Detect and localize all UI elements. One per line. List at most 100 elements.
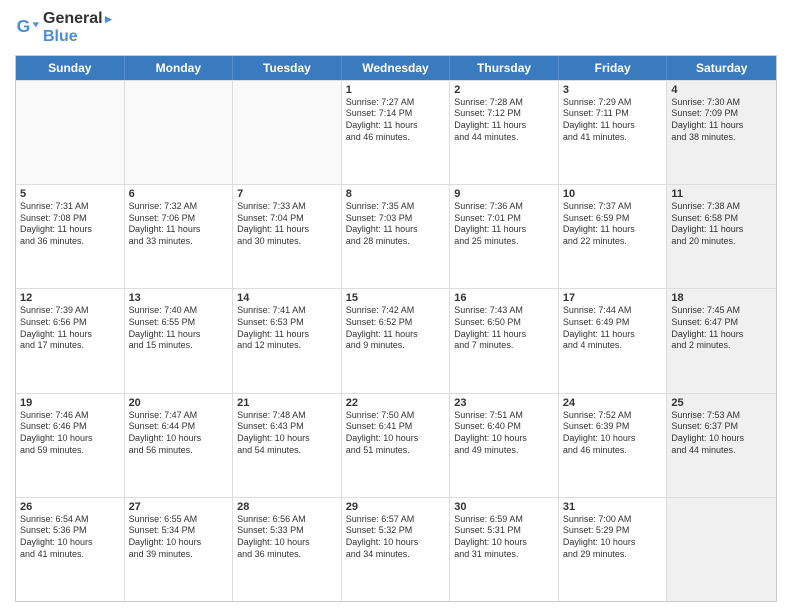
day-number: 15	[346, 292, 446, 304]
cell-info: Sunrise: 7:28 AM Sunset: 7:12 PM Dayligh…	[454, 97, 554, 144]
calendar-cell: 24Sunrise: 7:52 AM Sunset: 6:39 PM Dayli…	[559, 394, 668, 497]
day-number: 5	[20, 188, 120, 200]
cell-info: Sunrise: 7:51 AM Sunset: 6:40 PM Dayligh…	[454, 410, 554, 457]
cell-info: Sunrise: 7:32 AM Sunset: 7:06 PM Dayligh…	[129, 201, 229, 248]
svg-text:G: G	[17, 16, 31, 36]
calendar-cell	[125, 81, 234, 184]
cell-info: Sunrise: 7:44 AM Sunset: 6:49 PM Dayligh…	[563, 305, 663, 352]
cell-info: Sunrise: 7:45 AM Sunset: 6:47 PM Dayligh…	[671, 305, 772, 352]
cell-info: Sunrise: 6:55 AM Sunset: 5:34 PM Dayligh…	[129, 514, 229, 561]
weekday-header: Thursday	[450, 56, 559, 80]
calendar-cell: 18Sunrise: 7:45 AM Sunset: 6:47 PM Dayli…	[667, 289, 776, 392]
day-number: 10	[563, 188, 663, 200]
cell-info: Sunrise: 7:33 AM Sunset: 7:04 PM Dayligh…	[237, 201, 337, 248]
logo-general: General►	[43, 10, 114, 28]
calendar-cell: 2Sunrise: 7:28 AM Sunset: 7:12 PM Daylig…	[450, 81, 559, 184]
weekday-header: Friday	[559, 56, 668, 80]
calendar-cell: 8Sunrise: 7:35 AM Sunset: 7:03 PM Daylig…	[342, 185, 451, 288]
day-number: 22	[346, 397, 446, 409]
day-number: 16	[454, 292, 554, 304]
day-number: 27	[129, 501, 229, 513]
cell-info: Sunrise: 7:36 AM Sunset: 7:01 PM Dayligh…	[454, 201, 554, 248]
calendar: SundayMondayTuesdayWednesdayThursdayFrid…	[15, 55, 777, 602]
cell-info: Sunrise: 7:27 AM Sunset: 7:14 PM Dayligh…	[346, 97, 446, 144]
calendar-cell: 13Sunrise: 7:40 AM Sunset: 6:55 PM Dayli…	[125, 289, 234, 392]
day-number: 6	[129, 188, 229, 200]
cell-info: Sunrise: 7:42 AM Sunset: 6:52 PM Dayligh…	[346, 305, 446, 352]
logo-text: General► Blue	[43, 10, 114, 47]
cell-info: Sunrise: 7:29 AM Sunset: 7:11 PM Dayligh…	[563, 97, 663, 144]
calendar-cell	[16, 81, 125, 184]
calendar-cell: 12Sunrise: 7:39 AM Sunset: 6:56 PM Dayli…	[16, 289, 125, 392]
logo-icon: G	[15, 16, 39, 40]
calendar-cell: 16Sunrise: 7:43 AM Sunset: 6:50 PM Dayli…	[450, 289, 559, 392]
calendar-cell: 29Sunrise: 6:57 AM Sunset: 5:32 PM Dayli…	[342, 498, 451, 601]
calendar-row: 19Sunrise: 7:46 AM Sunset: 6:46 PM Dayli…	[16, 393, 776, 497]
day-number: 29	[346, 501, 446, 513]
cell-info: Sunrise: 7:37 AM Sunset: 6:59 PM Dayligh…	[563, 201, 663, 248]
calendar-cell: 21Sunrise: 7:48 AM Sunset: 6:43 PM Dayli…	[233, 394, 342, 497]
calendar-row: 26Sunrise: 6:54 AM Sunset: 5:36 PM Dayli…	[16, 497, 776, 601]
day-number: 23	[454, 397, 554, 409]
day-number: 7	[237, 188, 337, 200]
calendar-row: 12Sunrise: 7:39 AM Sunset: 6:56 PM Dayli…	[16, 288, 776, 392]
calendar-cell: 15Sunrise: 7:42 AM Sunset: 6:52 PM Dayli…	[342, 289, 451, 392]
day-number: 1	[346, 84, 446, 96]
cell-info: Sunrise: 7:38 AM Sunset: 6:58 PM Dayligh…	[671, 201, 772, 248]
logo: G General► Blue	[15, 10, 114, 47]
day-number: 21	[237, 397, 337, 409]
day-number: 20	[129, 397, 229, 409]
calendar-cell: 6Sunrise: 7:32 AM Sunset: 7:06 PM Daylig…	[125, 185, 234, 288]
cell-info: Sunrise: 6:54 AM Sunset: 5:36 PM Dayligh…	[20, 514, 120, 561]
cell-info: Sunrise: 7:43 AM Sunset: 6:50 PM Dayligh…	[454, 305, 554, 352]
day-number: 4	[671, 84, 772, 96]
weekday-header: Saturday	[667, 56, 776, 80]
day-number: 8	[346, 188, 446, 200]
calendar-cell: 3Sunrise: 7:29 AM Sunset: 7:11 PM Daylig…	[559, 81, 668, 184]
calendar-cell: 27Sunrise: 6:55 AM Sunset: 5:34 PM Dayli…	[125, 498, 234, 601]
weekday-header: Tuesday	[233, 56, 342, 80]
day-number: 2	[454, 84, 554, 96]
calendar-cell: 23Sunrise: 7:51 AM Sunset: 6:40 PM Dayli…	[450, 394, 559, 497]
logo-blue: Blue	[43, 28, 114, 46]
calendar-cell	[667, 498, 776, 601]
cell-info: Sunrise: 7:40 AM Sunset: 6:55 PM Dayligh…	[129, 305, 229, 352]
cell-info: Sunrise: 7:50 AM Sunset: 6:41 PM Dayligh…	[346, 410, 446, 457]
cell-info: Sunrise: 6:59 AM Sunset: 5:31 PM Dayligh…	[454, 514, 554, 561]
day-number: 13	[129, 292, 229, 304]
cell-info: Sunrise: 7:41 AM Sunset: 6:53 PM Dayligh…	[237, 305, 337, 352]
calendar-cell: 20Sunrise: 7:47 AM Sunset: 6:44 PM Dayli…	[125, 394, 234, 497]
weekday-header: Sunday	[16, 56, 125, 80]
day-number: 24	[563, 397, 663, 409]
calendar-cell	[233, 81, 342, 184]
calendar-cell: 26Sunrise: 6:54 AM Sunset: 5:36 PM Dayli…	[16, 498, 125, 601]
day-number: 12	[20, 292, 120, 304]
calendar-cell: 17Sunrise: 7:44 AM Sunset: 6:49 PM Dayli…	[559, 289, 668, 392]
calendar-cell: 19Sunrise: 7:46 AM Sunset: 6:46 PM Dayli…	[16, 394, 125, 497]
calendar-header: SundayMondayTuesdayWednesdayThursdayFrid…	[16, 56, 776, 80]
calendar-cell: 5Sunrise: 7:31 AM Sunset: 7:08 PM Daylig…	[16, 185, 125, 288]
calendar-cell: 28Sunrise: 6:56 AM Sunset: 5:33 PM Dayli…	[233, 498, 342, 601]
day-number: 14	[237, 292, 337, 304]
cell-info: Sunrise: 6:57 AM Sunset: 5:32 PM Dayligh…	[346, 514, 446, 561]
calendar-row: 5Sunrise: 7:31 AM Sunset: 7:08 PM Daylig…	[16, 184, 776, 288]
day-number: 11	[671, 188, 772, 200]
cell-info: Sunrise: 7:35 AM Sunset: 7:03 PM Dayligh…	[346, 201, 446, 248]
cell-info: Sunrise: 7:52 AM Sunset: 6:39 PM Dayligh…	[563, 410, 663, 457]
calendar-row: 1Sunrise: 7:27 AM Sunset: 7:14 PM Daylig…	[16, 80, 776, 184]
calendar-cell: 9Sunrise: 7:36 AM Sunset: 7:01 PM Daylig…	[450, 185, 559, 288]
weekday-header: Monday	[125, 56, 234, 80]
day-number: 3	[563, 84, 663, 96]
header: G General► Blue	[15, 10, 777, 47]
calendar-cell: 10Sunrise: 7:37 AM Sunset: 6:59 PM Dayli…	[559, 185, 668, 288]
cell-info: Sunrise: 6:56 AM Sunset: 5:33 PM Dayligh…	[237, 514, 337, 561]
calendar-cell: 31Sunrise: 7:00 AM Sunset: 5:29 PM Dayli…	[559, 498, 668, 601]
cell-info: Sunrise: 7:30 AM Sunset: 7:09 PM Dayligh…	[671, 97, 772, 144]
day-number: 17	[563, 292, 663, 304]
calendar-cell: 22Sunrise: 7:50 AM Sunset: 6:41 PM Dayli…	[342, 394, 451, 497]
calendar-cell: 7Sunrise: 7:33 AM Sunset: 7:04 PM Daylig…	[233, 185, 342, 288]
day-number: 25	[671, 397, 772, 409]
cell-info: Sunrise: 7:53 AM Sunset: 6:37 PM Dayligh…	[671, 410, 772, 457]
calendar-cell: 11Sunrise: 7:38 AM Sunset: 6:58 PM Dayli…	[667, 185, 776, 288]
day-number: 30	[454, 501, 554, 513]
